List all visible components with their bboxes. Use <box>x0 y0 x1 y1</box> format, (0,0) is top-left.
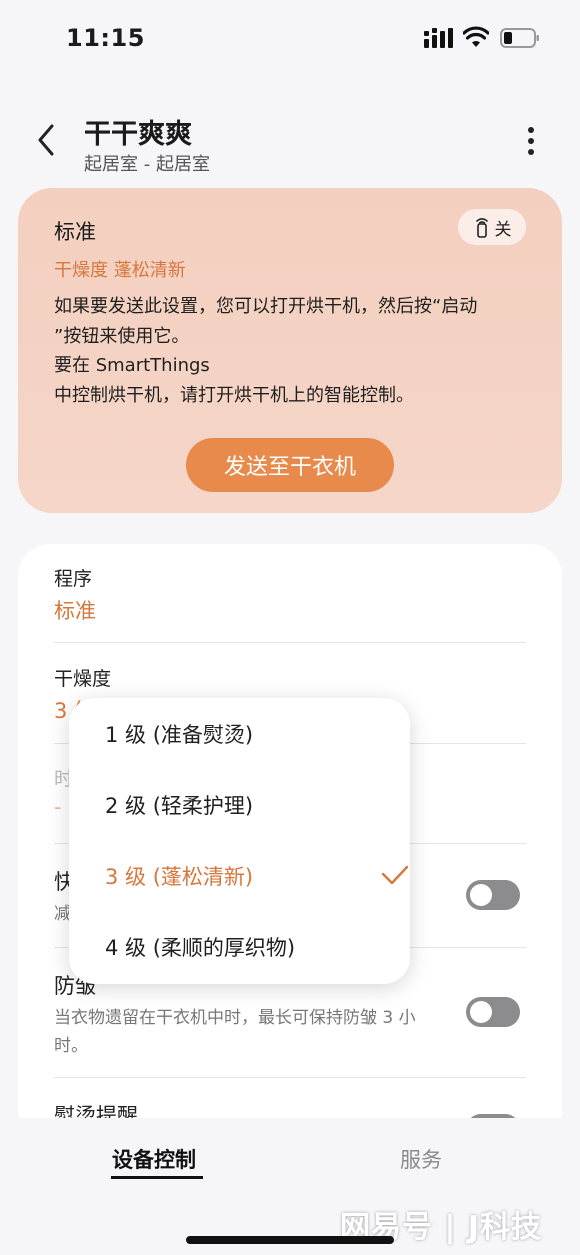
wifi-icon <box>463 26 489 47</box>
program-label: 程序 <box>54 568 93 590</box>
dryness-option-3[interactable]: 3 级 (蓬松清新) <box>105 856 409 896</box>
quick-dry-switch[interactable] <box>466 880 520 910</box>
dryness-option-1[interactable]: 1 级 (准备熨烫) <box>105 714 395 754</box>
dryness-option-label: 2 级 (轻柔护理) <box>105 794 254 818</box>
program-value: 标准 <box>54 599 96 623</box>
app-header: 干干爽爽 起居室 - 起居室 <box>0 100 580 180</box>
remote-control-icon <box>475 218 488 238</box>
info-message-line: ”按钮来使用它。 <box>54 325 190 347</box>
info-program: 标准 <box>54 220 96 244</box>
info-message-line: 要在 SmartThings <box>54 355 210 376</box>
dryness-option-4[interactable]: 4 级 (柔顺的厚织物) <box>105 927 395 967</box>
more-options-icon[interactable] <box>518 124 544 158</box>
bottom-tab-bar: 设备控制 服务 网易号 | J科技 <box>0 1118 580 1255</box>
info-message: 如果要发送此设置，您可以打开烘干机，然后按“启动 ”按钮来使用它。 要在 Sma… <box>54 292 534 410</box>
remote-control-info-card: 标准 关 干燥度 蓬松清新 如果要发送此设置，您可以打开烘干机，然后按“启动 ”… <box>18 188 562 513</box>
page-subtitle: 起居室 - 起居室 <box>84 154 210 175</box>
checkmark-icon <box>381 865 409 885</box>
home-indicator[interactable] <box>186 1236 394 1244</box>
page-title: 干干爽爽 <box>84 119 192 150</box>
tab-services[interactable]: 服务 <box>400 1144 442 1174</box>
info-dryness-summary: 干燥度 蓬松清新 <box>54 260 186 281</box>
tab-device-control[interactable]: 设备控制 <box>112 1144 196 1174</box>
status-bar: 11:15 <box>0 0 580 72</box>
wrinkle-prevent-switch[interactable] <box>466 997 520 1027</box>
dryness-dropdown-menu: 1 级 (准备熨烫) 2 级 (轻柔护理) 3 级 (蓬松清新) 4 级 (柔顺… <box>69 698 410 984</box>
remote-control-toggle[interactable]: 关 <box>458 209 526 245</box>
info-message-line: 中控制烘干机，请打开烘干机上的智能控制。 <box>54 384 414 406</box>
battery-icon <box>500 28 539 48</box>
dryness-option-label: 3 级 (蓬松清新) <box>105 865 254 889</box>
wrinkle-prevent-desc: 当衣物遗留在干衣机中时，最长可保持防皱 3 小时。 <box>54 1008 416 1056</box>
dryness-option-2[interactable]: 2 级 (轻柔护理) <box>105 785 395 825</box>
remote-toggle-label: 关 <box>494 219 512 240</box>
cellular-signal-icon <box>424 28 453 48</box>
divider <box>54 642 526 643</box>
dryness-option-label: 1 级 (准备熨烫) <box>105 723 254 747</box>
send-to-dryer-button[interactable]: 发送至干衣机 <box>186 438 394 492</box>
status-time: 11:15 <box>66 24 145 52</box>
dryness-option-label: 4 级 (柔顺的厚织物) <box>105 936 296 960</box>
back-arrow-icon[interactable] <box>34 122 60 158</box>
dryness-label: 干燥度 <box>54 668 112 690</box>
active-tab-indicator <box>111 1176 203 1179</box>
program-row[interactable]: 程序 标准 <box>54 564 526 625</box>
info-message-line: 如果要发送此设置，您可以打开烘干机，然后按“启动 <box>54 296 478 317</box>
divider <box>54 1077 526 1078</box>
